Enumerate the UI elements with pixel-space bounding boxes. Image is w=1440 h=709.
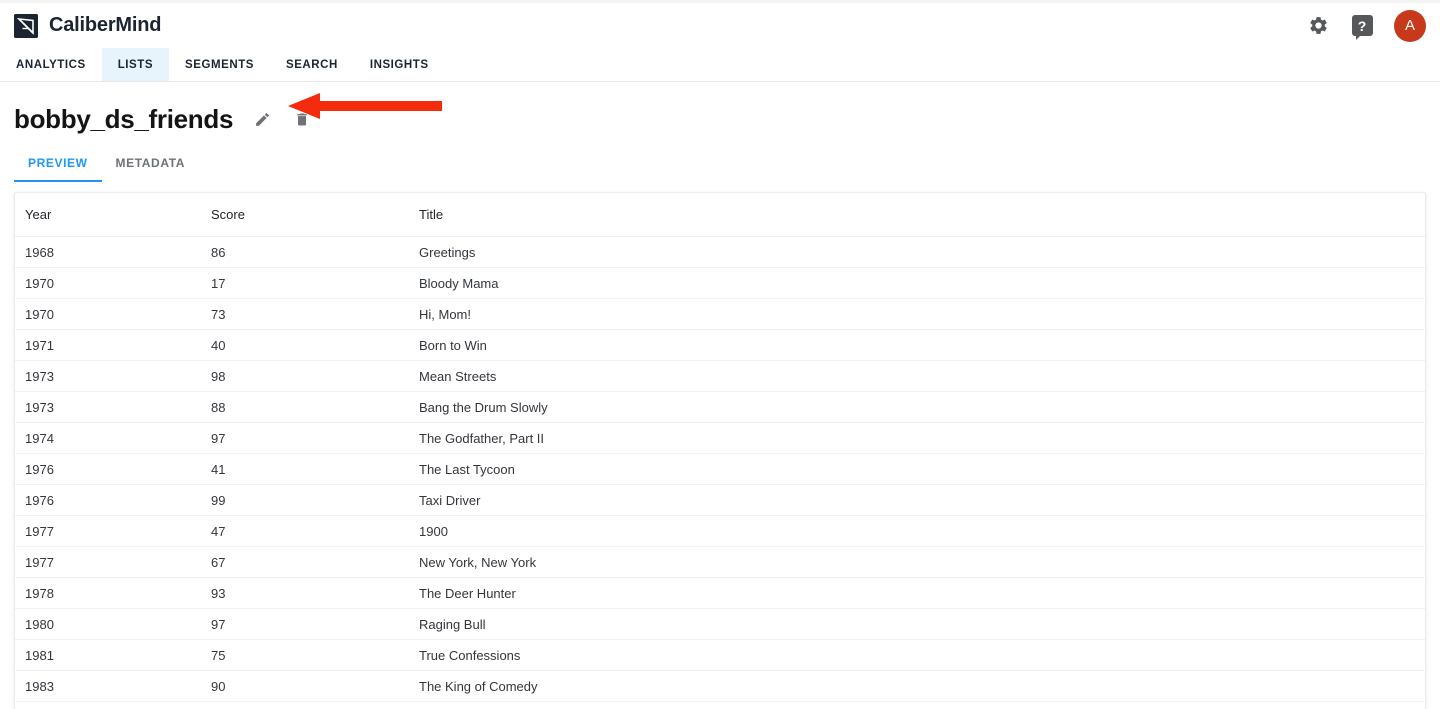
table-cell-score: 99: [211, 484, 419, 516]
gear-icon[interactable]: [1306, 14, 1330, 38]
table-cell-title: The Last Tycoon: [419, 453, 1425, 485]
nav-item-insights[interactable]: INSIGHTS: [354, 48, 445, 81]
nav-item-analytics[interactable]: ANALYTICS: [0, 48, 102, 81]
title-row: bobby_ds_friends: [14, 82, 1426, 140]
tab-preview[interactable]: PREVIEW: [14, 156, 102, 182]
table-cell-title: Bloody Mama: [419, 267, 1425, 299]
table-row[interactable]: 1976 99 Taxi Driver: [15, 484, 1425, 516]
table-cell-score: 75: [211, 639, 419, 671]
table-cell-score: 97: [211, 608, 419, 640]
table-header-row: Year Score Title: [15, 193, 1425, 237]
table-cell-title: New York, New York: [419, 546, 1425, 578]
table-cell-title: 1900: [419, 515, 1425, 547]
table-row[interactable]: 1983 90 The King of Comedy: [15, 670, 1425, 702]
column-header-score[interactable]: Score: [211, 193, 419, 237]
table-cell-score: 41: [211, 453, 419, 485]
table-head: Year Score Title: [15, 193, 1425, 237]
pencil-icon[interactable]: [249, 106, 275, 132]
table-cell-year: 1971: [15, 329, 211, 361]
table-row[interactable]: 1977 47 1900: [15, 515, 1425, 547]
table-cell-year: 1984: [15, 701, 211, 709]
table-row[interactable]: 1974 97 The Godfather, Part II: [15, 422, 1425, 454]
tab-metadata[interactable]: METADATA: [102, 156, 199, 182]
table-cell-title: Once Upon a Time in America: [419, 701, 1425, 709]
table-cell-year: 1973: [15, 391, 211, 423]
table-row[interactable]: 1973 98 Mean Streets: [15, 360, 1425, 392]
table-cell-title: The Godfather, Part II: [419, 422, 1425, 454]
table-cell-score: 90: [211, 670, 419, 702]
table-cell-score: 93: [211, 577, 419, 609]
table-cell-title: Born to Win: [419, 329, 1425, 361]
table-cell-year: 1973: [15, 360, 211, 392]
table-cell-year: 1968: [15, 236, 211, 268]
nav-item-segments[interactable]: SEGMENTS: [169, 48, 270, 81]
main-nav: ANALYTICS LISTS SEGMENTS SEARCH INSIGHTS: [0, 48, 1440, 82]
table-cell-title: Greetings: [419, 236, 1425, 268]
column-header-year[interactable]: Year: [15, 193, 211, 237]
table-cell-score: 98: [211, 360, 419, 392]
table-cell-title: Hi, Mom!: [419, 298, 1425, 330]
nav-item-lists[interactable]: LISTS: [101, 48, 170, 81]
table-row[interactable]: 1976 41 The Last Tycoon: [15, 453, 1425, 485]
page-title: bobby_ds_friends: [14, 103, 234, 134]
table-row[interactable]: 1977 67 New York, New York: [15, 546, 1425, 578]
table-row[interactable]: 1970 73 Hi, Mom!: [15, 298, 1425, 330]
table-cell-title: The King of Comedy: [419, 670, 1425, 702]
table-cell-year: 1970: [15, 298, 211, 330]
table-cell-year: 1980: [15, 608, 211, 640]
trash-icon[interactable]: [289, 106, 315, 132]
table-cell-title: Mean Streets: [419, 360, 1425, 392]
table-cell-score: 17: [211, 267, 419, 299]
table-cell-year: 1976: [15, 453, 211, 485]
table-cell-title: Raging Bull: [419, 608, 1425, 640]
table-cell-title: Bang the Drum Slowly: [419, 391, 1425, 423]
page-body: bobby_ds_friends PREVIEW METADATA Year S…: [0, 82, 1440, 709]
table-cell-score: 47: [211, 515, 419, 547]
table-cell-year: 1970: [15, 267, 211, 299]
brand[interactable]: CaliberMind: [14, 13, 162, 38]
header-actions: ? A: [1306, 9, 1426, 42]
table-row[interactable]: 1973 88 Bang the Drum Slowly: [15, 391, 1425, 423]
table-row[interactable]: 1968 86 Greetings: [15, 236, 1425, 268]
calibermind-logo-icon: [14, 13, 38, 38]
table-row[interactable]: 198489Once Upon a Time in America: [15, 701, 1425, 709]
help-question-icon[interactable]: ?: [1350, 14, 1374, 40]
table-cell-score: 86: [211, 236, 419, 268]
table-cell-title: True Confessions: [419, 639, 1425, 671]
table-row[interactable]: 1971 40 Born to Win: [15, 329, 1425, 361]
table-cell-year: 1974: [15, 422, 211, 454]
table-row[interactable]: 1978 93 The Deer Hunter: [15, 577, 1425, 609]
table-cell-score: 97: [211, 422, 419, 454]
brand-name: CaliberMind: [49, 14, 162, 36]
table-row[interactable]: 1981 75 True Confessions: [15, 639, 1425, 671]
table-cell-score: 88: [211, 391, 419, 423]
table-cell-year: 1977: [15, 515, 211, 547]
table-cell-score: 73: [211, 298, 419, 330]
table-cell-year: 1976: [15, 484, 211, 516]
nav-item-search[interactable]: SEARCH: [270, 48, 354, 81]
table-cell-score: 67: [211, 546, 419, 578]
table-cell-year: 1978: [15, 577, 211, 609]
table-row[interactable]: 1980 97 Raging Bull: [15, 608, 1425, 640]
table-cell-year: 1983: [15, 670, 211, 702]
table-cell-title: The Deer Hunter: [419, 577, 1425, 609]
help-bubble: ?: [1351, 15, 1373, 40]
app-header: CaliberMind ? A: [0, 3, 1440, 48]
table-row[interactable]: 1970 17 Bloody Mama: [15, 267, 1425, 299]
preview-table: Year Score Title 1968 86 Greetings 1970 17 Bl…: [15, 193, 1425, 709]
table-body: 1968 86 Greetings 1970 17 Bloody Mama 1970 73 Hi…: [15, 236, 1425, 709]
avatar[interactable]: A: [1394, 9, 1426, 42]
table-cell-score: 40: [211, 329, 419, 361]
table-cell-score: 89: [211, 701, 419, 709]
sub-tabs: PREVIEW METADATA: [14, 146, 1426, 182]
column-header-title[interactable]: Title: [419, 193, 1425, 237]
table-cell-year: 1981: [15, 639, 211, 671]
table-cell-year: 1977: [15, 546, 211, 578]
preview-table-card: Year Score Title 1968 86 Greetings 1970 17 Bl…: [14, 192, 1426, 709]
table-cell-title: Taxi Driver: [419, 484, 1425, 516]
